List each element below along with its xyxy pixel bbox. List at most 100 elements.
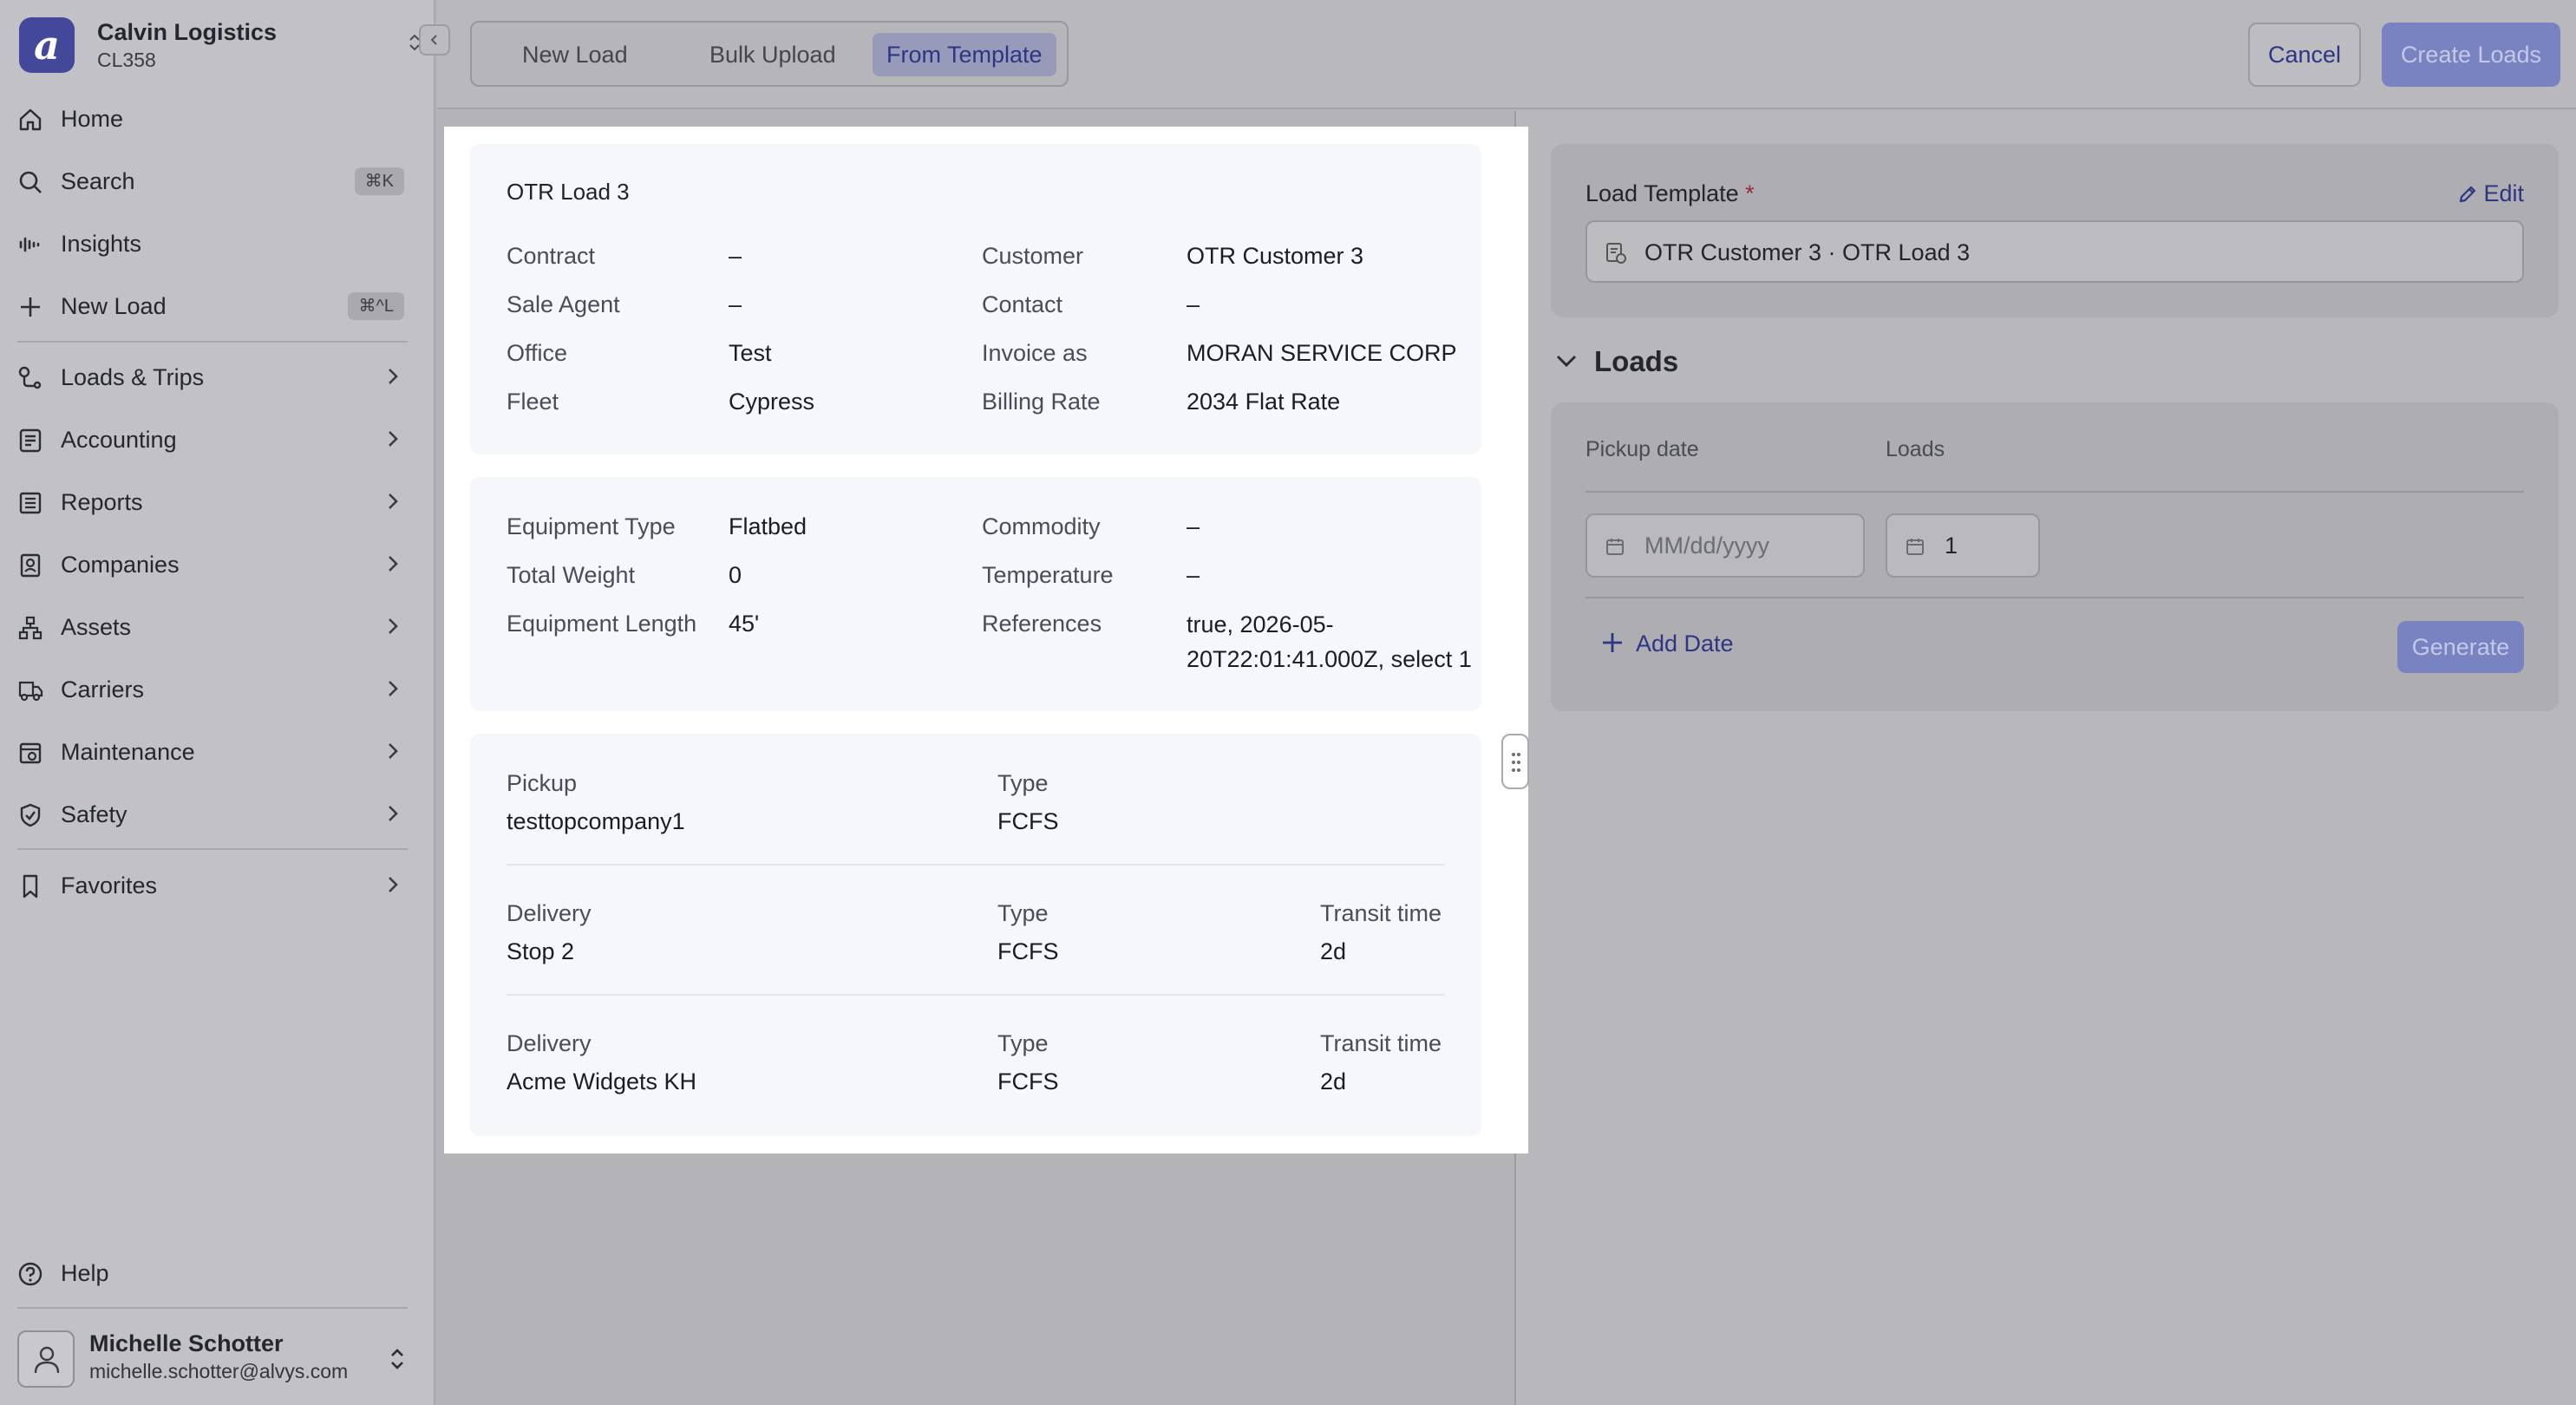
loads-count-header: Loads	[1886, 437, 1945, 461]
truck-icon	[17, 677, 43, 703]
equipment-length-value: 45'	[729, 611, 760, 637]
billing-rate-value: 2034 Flat Rate	[1187, 389, 1341, 415]
references-label: References	[982, 611, 1102, 637]
plus-icon	[17, 294, 43, 320]
sidebar-item-favorites[interactable]: Favorites	[0, 861, 435, 910]
sidebar-item-safety[interactable]: Safety	[0, 790, 435, 839]
office-label: Office	[507, 340, 568, 366]
org-logo: a	[19, 17, 75, 73]
stop-type-label: Type	[997, 1030, 1049, 1056]
create-loads-button[interactable]: Create Loads	[2382, 23, 2560, 87]
load-template-preview: OTR Load 3 Contract – Sale Agent – Offic…	[444, 127, 1528, 1153]
sidebar-item-help[interactable]: Help	[0, 1249, 435, 1297]
chevron-up-down-icon	[389, 1346, 406, 1376]
chevron-right-icon	[387, 804, 399, 827]
add-date-label: Add Date	[1636, 631, 1734, 657]
tab-new-load[interactable]: New Load	[508, 33, 642, 76]
sidebar-item-assets[interactable]: Assets	[0, 603, 435, 651]
route-icon	[17, 365, 43, 391]
sale-agent-value: –	[729, 291, 742, 317]
sidebar-item-label: Home	[61, 106, 124, 132]
user-icon	[34, 1346, 60, 1374]
equipment-card: Equipment Type Flatbed Total Weight 0 Eq…	[470, 477, 1481, 711]
table-divider	[1585, 491, 2524, 493]
sidebar: a Calvin Logistics CL358 Home Search ⌘K …	[0, 0, 435, 1405]
equipment-type-label: Equipment Type	[507, 513, 676, 539]
sidebar-item-home[interactable]: Home	[0, 95, 435, 143]
temperature-label: Temperature	[982, 562, 1114, 588]
org-switcher[interactable]: a Calvin Logistics CL358	[19, 17, 422, 75]
stop-type-label: Type	[997, 770, 1049, 796]
sidebar-item-companies[interactable]: Companies	[0, 540, 435, 589]
pickup-date-header: Pickup date	[1585, 437, 1699, 461]
transit-time-value: 2d	[1320, 1068, 1347, 1095]
transit-time-label: Transit time	[1320, 900, 1442, 926]
sale-agent-label: Sale Agent	[507, 291, 620, 317]
sidebar-item-label: Search	[61, 168, 135, 194]
sidebar-item-reports[interactable]: Reports	[0, 478, 435, 526]
billing-rate-label: Billing Rate	[982, 389, 1101, 415]
stop-kind: Delivery	[507, 1030, 592, 1056]
sidebar-item-new-load[interactable]: New Load ⌘^L	[0, 282, 435, 330]
contact-label: Contact	[982, 291, 1063, 317]
assets-icon	[17, 615, 43, 641]
general-info-card: OTR Load 3 Contract – Sale Agent – Offic…	[470, 144, 1481, 454]
generate-button[interactable]: Generate	[2397, 621, 2524, 673]
stop-divider	[507, 864, 1445, 866]
cancel-button[interactable]: Cancel	[2248, 23, 2361, 87]
shield-icon	[17, 802, 43, 828]
contact-value: –	[1187, 291, 1200, 317]
search-icon	[17, 169, 43, 195]
stop-name: Acme Widgets KH	[507, 1068, 697, 1095]
stop-kind: Pickup	[507, 770, 578, 796]
office-value: Test	[729, 340, 772, 366]
stop-kind: Delivery	[507, 900, 592, 926]
sidebar-item-label: Reports	[61, 489, 143, 515]
sidebar-item-carriers[interactable]: Carriers	[0, 665, 435, 714]
user-email: michelle.schotter@alvys.com	[89, 1360, 349, 1382]
chevron-right-icon	[387, 429, 399, 453]
loads-count-input[interactable]: 1	[1886, 513, 2040, 578]
transit-time-label: Transit time	[1320, 1030, 1442, 1056]
contract-value: –	[729, 243, 742, 269]
collapse-sidebar-button[interactable]	[419, 24, 450, 56]
sidebar-item-insights[interactable]: Insights	[0, 219, 435, 268]
load-template-select[interactable]: OTR Customer 3 · OTR Load 3	[1585, 220, 2524, 283]
commodity-label: Commodity	[982, 513, 1101, 539]
tab-from-template[interactable]: From Template	[873, 33, 1056, 76]
sidebar-item-search[interactable]: Search ⌘K	[0, 157, 435, 206]
org-name: Calvin Logistics	[97, 19, 278, 45]
calendar-icon	[1905, 536, 1925, 561]
shortcut-badge: ⌘^L	[348, 292, 404, 320]
reports-icon	[17, 490, 43, 516]
contract-label: Contract	[507, 243, 596, 269]
chevron-right-icon	[387, 875, 399, 899]
references-value: true, 2026-05-20T22:01:41.000Z, select 1	[1187, 611, 1472, 672]
load-template-card: Load Template * Edit OTR Customer 3 · OT…	[1551, 144, 2559, 317]
transit-time-value: 2d	[1320, 938, 1347, 964]
table-divider	[1585, 597, 2524, 598]
chevron-right-icon	[387, 679, 399, 702]
sidebar-item-accounting[interactable]: Accounting	[0, 415, 435, 464]
sidebar-item-label: Carriers	[61, 676, 145, 702]
add-date-button[interactable]: Add Date	[1599, 630, 1734, 657]
loads-count-value: 1	[1945, 533, 1958, 559]
tab-bulk-upload[interactable]: Bulk Upload	[696, 33, 850, 76]
sidebar-item-loads-trips[interactable]: Loads & Trips	[0, 353, 435, 402]
stop-type-value: FCFS	[997, 938, 1059, 964]
chevron-right-icon	[387, 492, 399, 515]
accounting-icon	[17, 428, 43, 454]
resize-handle[interactable]	[1501, 734, 1529, 789]
pickup-date-input[interactable]: MM/dd/yyyy	[1585, 513, 1865, 578]
sidebar-divider	[17, 1307, 408, 1309]
selected-template: OTR Customer 3 · OTR Load 3	[1644, 239, 1971, 265]
sidebar-item-maintenance[interactable]: Maintenance	[0, 728, 435, 776]
stop-type-label: Type	[997, 900, 1049, 926]
load-template-label-text: Load Template	[1585, 180, 1739, 206]
top-bar: New Load Bulk Upload From Template Cance…	[437, 0, 2576, 109]
stop-name: testtopcompany1	[507, 808, 685, 834]
user-menu[interactable]: Michelle Schotter michelle.schotter@alvy…	[0, 1318, 435, 1405]
sidebar-item-label: Favorites	[61, 872, 158, 899]
temperature-value: –	[1187, 562, 1200, 588]
edit-template-button[interactable]: Edit	[2457, 180, 2524, 207]
